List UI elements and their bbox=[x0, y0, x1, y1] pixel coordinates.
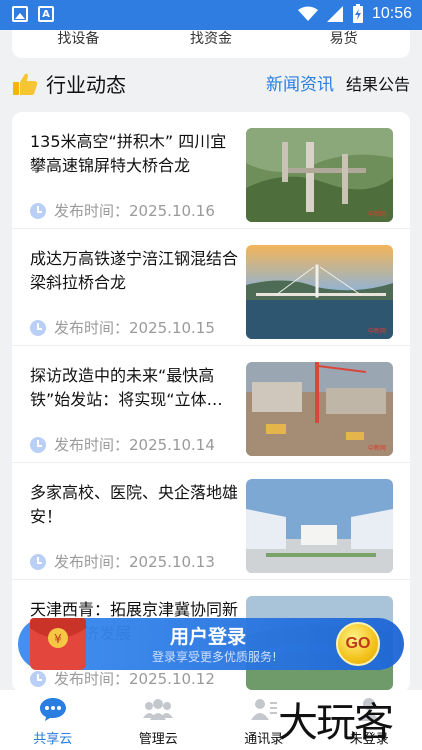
chat-bubble-icon bbox=[39, 698, 66, 721]
battery-charging-icon bbox=[352, 4, 363, 23]
news-title: 135米高空“拼积木” 四川宜攀高速锦屏特大桥合龙 bbox=[30, 132, 227, 175]
clock-icon bbox=[30, 553, 46, 570]
login-subtitle: 登录享受更多优质服务! bbox=[152, 650, 277, 664]
news-title: 成达万高铁遂宁涪江钢混结合梁斜拉桥合龙 bbox=[30, 249, 239, 292]
go-button[interactable]: GO bbox=[336, 622, 380, 666]
nav-item-management-cloud[interactable]: 管理云 bbox=[106, 690, 212, 750]
list-item[interactable]: 多家高校、医院、央企落地雄安！ 发布时间：2025.10.13 bbox=[12, 463, 410, 580]
nav-label: 管理云 bbox=[138, 732, 178, 747]
clock-icon bbox=[30, 436, 46, 453]
thumbs-up-icon bbox=[13, 73, 38, 95]
clock-icon bbox=[30, 202, 46, 219]
news-thumbnail: 中新网 bbox=[246, 362, 393, 456]
red-envelope-icon: ¥ bbox=[30, 618, 86, 670]
list-item[interactable]: 成达万高铁遂宁涪江钢混结合梁斜拉桥合龙 发布时间：2025.10.15 中新网 bbox=[12, 229, 410, 346]
thumbnail-caption: 中新网 bbox=[368, 444, 386, 452]
section-title: 行业动态 bbox=[46, 73, 126, 97]
nav-label: 共享云 bbox=[33, 732, 73, 747]
news-title: 多家高校、医院、央企落地雄安！ bbox=[30, 483, 239, 526]
login-title: 用户登录 bbox=[170, 626, 247, 648]
list-item[interactable]: 探访改造中的未来“最快高铁”始发站：将实现“立体… 发布时间：2025.10.1… bbox=[12, 346, 410, 463]
tab-news[interactable]: 新闻资讯 bbox=[266, 70, 334, 100]
news-list: 135米高空“拼积木” 四川宜攀高速锦屏特大桥合龙 发布时间：2025.10.1… bbox=[12, 112, 410, 692]
tile-barter[interactable]: 易货 bbox=[277, 30, 410, 58]
signal-icon bbox=[326, 6, 343, 22]
envelope-symbol: ¥ bbox=[54, 632, 62, 646]
news-thumbnail: 中新网 bbox=[246, 245, 393, 339]
a-icon: A bbox=[38, 6, 54, 22]
contacts-icon bbox=[250, 699, 277, 720]
wifi-icon bbox=[297, 6, 318, 21]
news-thumbnail bbox=[246, 479, 393, 573]
thumbnail-caption: 中新网 bbox=[368, 327, 386, 335]
news-date: 发布时间：2025.10.13 bbox=[54, 553, 215, 571]
tile-find-equipment[interactable]: 找设备 bbox=[12, 30, 145, 58]
news-title: 探访改造中的未来“最快高铁”始发站：将实现“立体… bbox=[30, 366, 223, 409]
clock-time: 10:56 bbox=[371, 5, 412, 22]
tab-results[interactable]: 结果公告 bbox=[346, 70, 410, 100]
thumbnail-caption: 中新网 bbox=[368, 210, 386, 218]
news-date: 发布时间：2025.10.15 bbox=[54, 319, 215, 337]
news-date: 发布时间：2025.10.14 bbox=[54, 436, 215, 454]
quick-tiles: 找设备 找资金 易货 bbox=[12, 30, 410, 58]
section-header: 行业动态 新闻资讯 结果公告 bbox=[12, 70, 410, 100]
group-icon bbox=[143, 699, 174, 720]
watermark-logo: 大玩客 bbox=[278, 700, 394, 746]
login-banner[interactable]: ¥ 用户登录 登录享受更多优质服务! GO bbox=[18, 612, 404, 674]
nav-item-share-cloud[interactable]: 共享云 bbox=[0, 690, 106, 750]
clock-icon bbox=[30, 319, 46, 336]
list-item[interactable]: 135米高空“拼积木” 四川宜攀高速锦屏特大桥合龙 发布时间：2025.10.1… bbox=[12, 112, 410, 229]
image-icon bbox=[12, 6, 28, 22]
tile-find-funds[interactable]: 找资金 bbox=[145, 30, 278, 58]
news-thumbnail: 中新网 bbox=[246, 128, 393, 222]
news-date: 发布时间：2025.10.16 bbox=[54, 202, 215, 220]
status-bar: A 10:56 bbox=[0, 0, 422, 30]
